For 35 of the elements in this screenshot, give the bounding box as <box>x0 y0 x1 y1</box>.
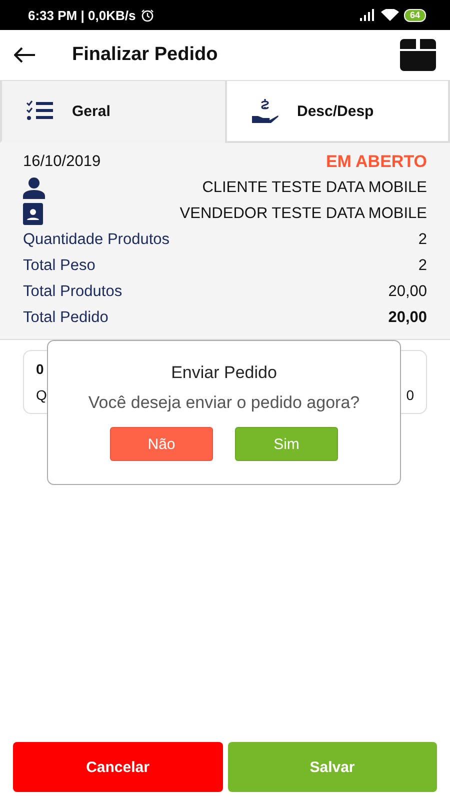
footer-button[interactable]: Cancelar <box>13 742 222 792</box>
signal-icon <box>360 9 376 21</box>
tab[interactable]: Desc/Desp <box>225 81 450 143</box>
box-icon[interactable] <box>400 39 436 71</box>
dialog-button[interactable]: Não <box>110 427 213 461</box>
id-badge-icon <box>23 203 43 225</box>
hand-money-icon <box>251 98 279 124</box>
dialog-message: Você deseja enviar o pedido agora? <box>88 393 360 413</box>
summary-label: Total Peso <box>23 257 96 275</box>
person-icon <box>23 177 45 199</box>
item-code: 0 <box>36 361 44 377</box>
page-title: Finalizar Pedido <box>72 44 219 66</box>
status-time: 6:33 PM | 0,0KB/s <box>28 8 136 22</box>
summary-label: Total Pedido <box>23 309 108 327</box>
seller-name: VENDEDOR TESTE DATA MOBILE <box>180 205 427 223</box>
tab[interactable]: Geral <box>0 81 225 143</box>
alarm-icon <box>140 8 154 22</box>
wifi-icon <box>380 8 399 22</box>
checklist-icon <box>26 100 54 122</box>
dialog-title: Enviar Pedido <box>171 363 277 383</box>
footer-button[interactable]: Salvar <box>228 742 437 792</box>
item-label: Q <box>36 387 47 403</box>
order-date: 16/10/2019 <box>23 153 101 171</box>
summary-value: 20,00 <box>388 283 427 301</box>
item-value: 0 <box>406 387 414 403</box>
summary-value: 20,00 <box>388 309 427 327</box>
summary-label: Quantidade Produtos <box>23 231 170 249</box>
dialog-button[interactable]: Sim <box>235 427 338 461</box>
summary-value: 2 <box>418 257 427 275</box>
back-arrow-icon[interactable] <box>14 47 36 63</box>
summary-value: 2 <box>418 231 427 249</box>
summary-label: Total Produtos <box>23 283 122 301</box>
client-name: CLIENTE TESTE DATA MOBILE <box>202 179 427 197</box>
order-status: EM ABERTO <box>326 152 427 172</box>
battery-icon: 64 <box>404 8 426 22</box>
